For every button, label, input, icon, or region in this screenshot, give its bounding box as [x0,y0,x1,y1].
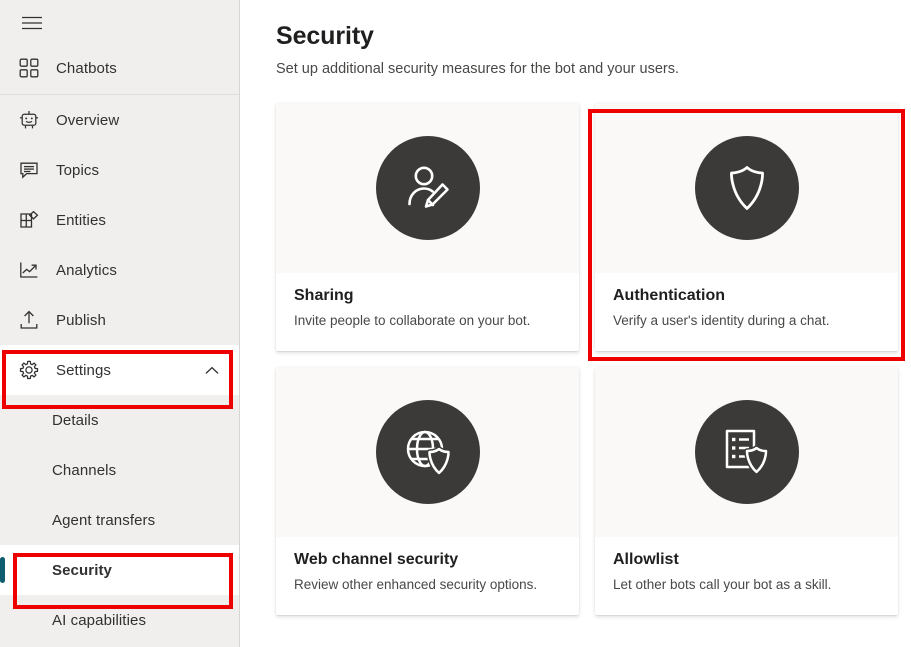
sidebar-item-label: Entities [56,212,106,229]
hamburger-menu-button[interactable] [12,4,52,42]
sidebar-item-publish[interactable]: Publish [0,295,239,345]
card-authentication[interactable]: Authentication Verify a user's identity … [595,103,898,351]
line-chart-icon [16,257,42,283]
card-title: Sharing [294,287,561,305]
card-description: Let other bots call your bot as a skill. [613,577,880,592]
upload-icon [16,307,42,333]
card-sharing[interactable]: Sharing Invite people to collaborate on … [276,103,579,351]
chat-bubble-icon [16,157,42,183]
page-title: Security [276,22,911,51]
icon-circle [695,400,799,504]
page-subtitle: Set up additional security measures for … [276,61,911,77]
card-text-area: Authentication Verify a user's identity … [595,273,898,351]
sidebar-item-details[interactable]: Details [0,395,239,445]
sidebar-item-analytics[interactable]: Analytics [0,245,239,295]
globe-shield-icon [401,425,455,479]
main-content: Security Set up additional security meas… [240,0,911,647]
hamburger-menu-icon [22,16,42,30]
card-description: Invite people to collaborate on your bot… [294,313,561,328]
sidebar-item-label: Settings [56,362,111,379]
sidebar-item-label: Analytics [56,262,117,279]
selection-accent-bar [0,557,5,583]
sidebar-item-label: Channels [52,462,116,479]
sidebar-item-topics[interactable]: Topics [0,145,239,195]
sidebar-item-security[interactable]: Security [0,545,239,595]
card-text-area: Sharing Invite people to collaborate on … [276,273,579,351]
sidebar-item-label: Agent transfers [52,512,155,529]
entities-grid-icon [16,207,42,233]
sidebar-item-label: Security [52,562,112,579]
security-card-grid: Sharing Invite people to collaborate on … [276,103,911,615]
sidebar-item-chatbots[interactable]: Chatbots [0,42,239,94]
card-description: Review other enhanced security options. [294,577,561,592]
sidebar-item-entities[interactable]: Entities [0,195,239,245]
icon-circle [376,400,480,504]
icon-circle [376,136,480,240]
sidebar-item-channels[interactable]: Channels [0,445,239,495]
card-icon-area [595,367,898,537]
card-icon-area [276,367,579,537]
sidebar-item-label: Chatbots [56,60,117,77]
list-shield-icon [720,425,774,479]
shield-icon [720,161,774,215]
card-title: Web channel security [294,551,561,569]
sidebar-item-settings[interactable]: Settings [0,345,239,395]
bot-icon [16,107,42,133]
person-edit-icon [401,161,455,215]
sidebar: Chatbots [0,0,240,647]
card-icon-area [276,103,579,273]
sidebar-item-label: Topics [56,162,99,179]
icon-circle [695,136,799,240]
grid-icon [16,55,42,81]
card-title: Allowlist [613,551,880,569]
sidebar-item-overview[interactable]: Overview [0,95,239,145]
sidebar-item-agent-transfers[interactable]: Agent transfers [0,495,239,545]
app-root: Chatbots [0,0,911,647]
sidebar-item-label: Overview [56,112,119,129]
sidebar-item-label: AI capabilities [52,612,146,629]
sidebar-item-label: Publish [56,312,106,329]
card-text-area: Allowlist Let other bots call your bot a… [595,537,898,615]
sidebar-item-label: Details [52,412,99,429]
chevron-up-icon[interactable] [205,366,219,375]
card-description: Verify a user's identity during a chat. [613,313,880,328]
card-allowlist[interactable]: Allowlist Let other bots call your bot a… [595,367,898,615]
gear-icon [16,357,42,383]
card-title: Authentication [613,287,880,305]
card-text-area: Web channel security Review other enhanc… [276,537,579,615]
card-web-channel-security[interactable]: Web channel security Review other enhanc… [276,367,579,615]
card-icon-area [595,103,898,273]
sidebar-item-ai-capabilities[interactable]: AI capabilities [0,595,239,645]
